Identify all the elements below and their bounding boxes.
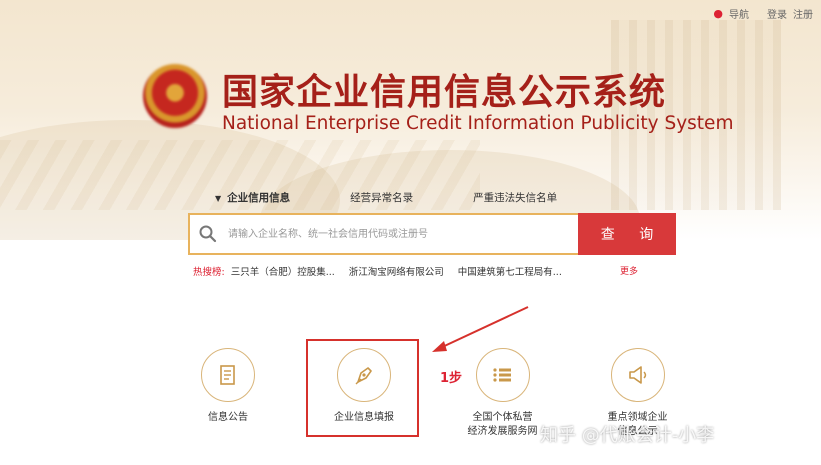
annotation-arrow-icon — [432, 306, 529, 352]
hot-search-label: 热搜榜: — [193, 267, 225, 278]
hot-search-item[interactable]: 浙江淘宝网络有限公司 — [349, 264, 444, 278]
nav-link[interactable]: 导航 — [729, 6, 749, 21]
search-bar: 查 询 — [188, 213, 676, 255]
search-button[interactable]: 查 询 — [578, 213, 676, 255]
feature-label: 信息公告 — [208, 412, 248, 423]
top-bar: ● 导航 登录 注册 — [713, 6, 813, 21]
document-icon — [201, 348, 255, 402]
watermark: 知乎 @代账会计-小李 — [540, 425, 715, 446]
site-title-cn: 国家企业信用信息公示系统 — [222, 72, 667, 113]
annotation-highlight-box — [306, 339, 419, 437]
tab-dishonest-list[interactable]: 严重违法失信名单 — [473, 190, 557, 205]
tab-credit-info[interactable]: 企业信用信息 — [215, 190, 290, 205]
search-input[interactable] — [226, 227, 560, 241]
hot-search-item[interactable]: 三只羊（合肥）控股集... — [231, 264, 335, 278]
register-link[interactable]: 注册 — [793, 6, 813, 21]
site-title-en: National Enterprise Credit Information P… — [222, 113, 734, 134]
search-icon — [199, 225, 217, 243]
feature-private-economy[interactable]: 全国个体私营 经济发展服务网 — [455, 348, 550, 439]
feature-label: 全国个体私营 经济发展服务网 — [467, 412, 538, 437]
national-emblem-logo — [143, 64, 207, 128]
search-box — [188, 213, 578, 255]
annotation-step-label: 1步 — [440, 371, 463, 386]
login-link[interactable]: 登录 — [767, 6, 787, 21]
search-tabs: 企业信用信息 经营异常名录 严重违法失信名单 — [215, 190, 617, 205]
megaphone-icon — [610, 348, 665, 402]
location-pin-icon: ● — [713, 7, 723, 20]
hot-search-item[interactable]: 中国建筑第七工程局有... — [458, 264, 562, 278]
feature-info-announcement[interactable]: 信息公告 — [193, 348, 263, 425]
tab-abnormal-list[interactable]: 经营异常名录 — [350, 190, 413, 205]
hot-search-list: 热搜榜: 三只羊（合肥）控股集... 浙江淘宝网络有限公司 中国建筑第七工程局有… — [193, 264, 638, 278]
hot-search-more-link[interactable]: 更多 — [620, 264, 638, 277]
